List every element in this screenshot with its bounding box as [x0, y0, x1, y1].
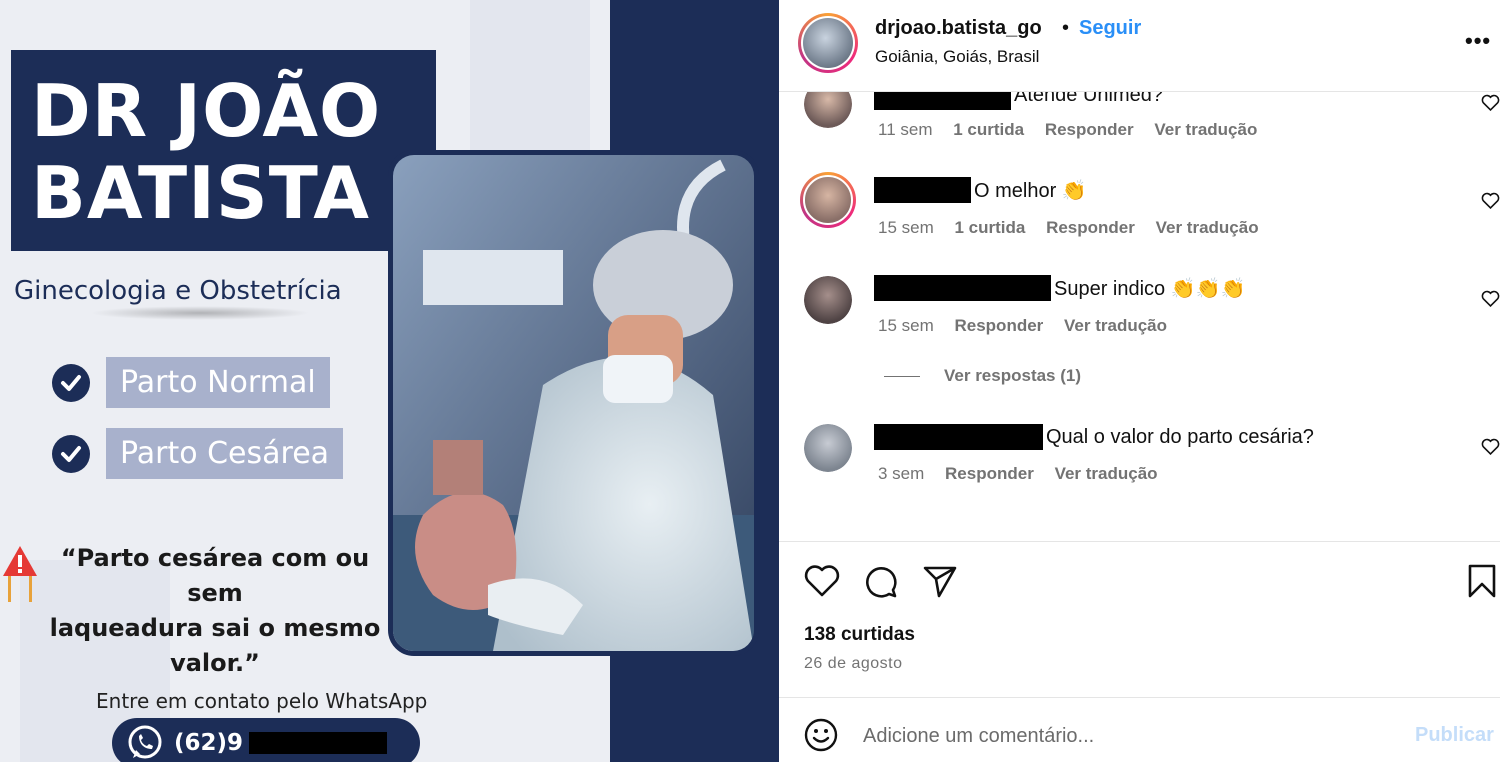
likes-count[interactable]: 138 curtidas [804, 624, 915, 646]
reply-button[interactable]: Responder [945, 464, 1034, 483]
commenter-avatar[interactable] [800, 172, 856, 228]
view-replies-button[interactable]: Ver respostas (1) [884, 366, 1081, 386]
comment-time: 11 sem [878, 120, 933, 139]
comment-time: 15 sem [878, 218, 934, 237]
quote-line: laqueadura sai o mesmo [49, 614, 381, 642]
price-quote: “Parto cesárea com ou sem laqueadura sai… [30, 541, 400, 681]
comment-text-row: Super indico 👏👏👏 [874, 275, 1245, 301]
comment-heart-icon[interactable] [1481, 289, 1500, 307]
profile-username[interactable]: drjoao.batista_go [875, 17, 1042, 40]
comment-heart-icon[interactable] [1481, 93, 1500, 111]
comment-text: Super indico 👏👏👏 [1054, 277, 1246, 300]
commenter-avatar[interactable] [804, 424, 852, 472]
service-label: Parto Cesárea [106, 428, 344, 479]
translate-button[interactable]: Ver tradução [1156, 218, 1259, 237]
emoji-icon[interactable] [804, 718, 838, 752]
comment-time: 15 sem [878, 316, 934, 335]
translate-button[interactable]: Ver tradução [1055, 464, 1158, 483]
bookmark-icon[interactable] [1463, 562, 1500, 600]
share-icon[interactable] [921, 562, 959, 600]
comment-text-row: O melhor 👏 [874, 177, 1087, 203]
quote-line: “Parto cesárea com ou sem [60, 544, 370, 607]
comment-meta: 15 sem Responder Ver tradução [878, 316, 1183, 336]
comment-input[interactable] [863, 722, 1383, 750]
check-icon [52, 363, 90, 402]
surgery-photo [388, 150, 759, 656]
translate-button[interactable]: Ver tradução [1064, 316, 1167, 335]
reply-button[interactable]: Responder [954, 316, 1043, 335]
title-line-2: BATISTA [31, 151, 371, 235]
instagram-panel: Atende Unimed? 11 sem 1 curtida Responde… [779, 0, 1500, 762]
publish-button[interactable]: Publicar [1415, 724, 1494, 747]
contact-text: Entre em contato pelo WhatsApp [96, 689, 428, 713]
phone-pill: (62)9 [112, 718, 420, 762]
profile-avatar[interactable] [798, 13, 858, 73]
service-item-cesarea: Parto Cesárea [52, 428, 344, 479]
reply-button[interactable]: Responder [1046, 218, 1135, 237]
phone-redaction [249, 732, 388, 754]
comment-likes[interactable]: 1 curtida [954, 218, 1025, 237]
comment-time: 3 sem [878, 464, 925, 483]
comment-heart-icon[interactable] [1481, 191, 1500, 209]
username-redaction [874, 275, 1051, 301]
view-replies-label: Ver respostas (1) [944, 366, 1082, 385]
separator-dot: • [1062, 17, 1070, 39]
comment-text: Qual o valor do parto cesária? [1046, 425, 1314, 448]
more-options-icon[interactable]: ••• [1465, 28, 1491, 54]
comment-likes[interactable]: 1 curtida [953, 120, 1024, 139]
doctor-title: DR JOÃO BATISTA [11, 50, 436, 251]
replies-line [884, 375, 920, 377]
surgery-photo-illustration [393, 155, 754, 651]
commenter-avatar[interactable] [804, 276, 852, 324]
divider [779, 541, 1500, 542]
post-header: drjoao.batista_go • Seguir Goiânia, Goiá… [779, 0, 1500, 92]
title-line-1: DR JOÃO [31, 69, 382, 153]
check-icon [52, 434, 90, 473]
comment-meta: 3 sem Responder Ver tradução [878, 464, 1174, 484]
reply-button[interactable]: Responder [1045, 120, 1134, 139]
post-location[interactable]: Goiânia, Goiás, Brasil [875, 47, 1039, 67]
phone-prefix: (62)9 [174, 730, 244, 756]
whatsapp-icon [128, 725, 162, 759]
specialty-label: Ginecologia e Obstetrícia [14, 276, 342, 306]
comment-meta: 15 sem 1 curtida Responder Ver tradução [878, 218, 1275, 238]
quote-line: valor.” [170, 649, 260, 677]
service-label: Parto Normal [106, 357, 330, 408]
comment-text: O melhor 👏 [974, 179, 1087, 202]
comment-text-row: Qual o valor do parto cesária? [874, 424, 1314, 450]
service-item-normal: Parto Normal [52, 357, 330, 408]
translate-button[interactable]: Ver tradução [1154, 120, 1257, 139]
username-redaction [874, 177, 971, 203]
decorative-cross [470, 0, 590, 150]
comment-icon[interactable] [862, 562, 900, 600]
follow-button[interactable]: Seguir [1079, 17, 1141, 40]
comment-meta: 11 sem 1 curtida Responder Ver tradução [878, 120, 1273, 140]
username-redaction [874, 424, 1043, 450]
post-date: 26 de agosto [804, 655, 903, 672]
post-image: DR JOÃO BATISTA Ginecologia e Obstetríci… [0, 0, 779, 762]
specialty-shadow [90, 306, 310, 320]
comment-heart-icon[interactable] [1481, 437, 1500, 455]
heart-icon[interactable] [803, 562, 841, 600]
divider [779, 697, 1500, 698]
